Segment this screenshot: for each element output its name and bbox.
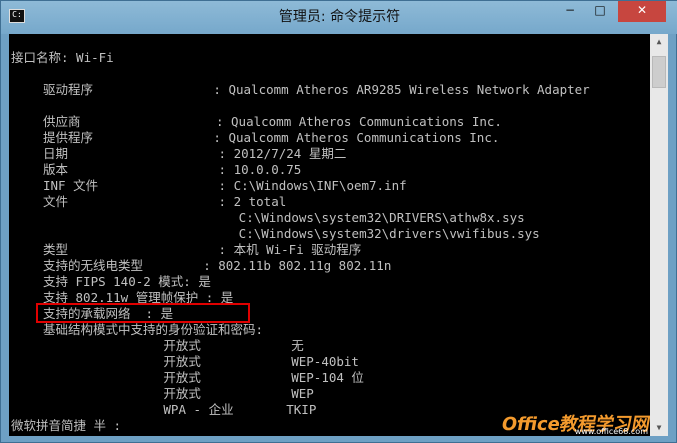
maximize-button[interactable]: □ — [586, 1, 614, 22]
console-line: 提供程序 : Qualcomm Atheros Communications I… — [43, 130, 500, 145]
close-button[interactable]: ✕ — [618, 1, 666, 22]
console-line: 支持 FIPS 140-2 模式: 是 — [43, 274, 211, 289]
watermark-url: www.office68.com — [574, 427, 648, 436]
console-line: 版本 : 10.0.0.75 — [43, 162, 302, 177]
scroll-up-arrow-icon[interactable]: ▲ — [650, 34, 668, 50]
console-line: 接口名称: Wi-Fi — [11, 50, 114, 65]
console-line: INF 文件 : C:\Windows\INF\oem7.inf — [43, 178, 407, 193]
console-line: 开放式 无 — [43, 338, 304, 353]
console-line: 类型 : 本机 Wi-Fi 驱动程序 — [43, 242, 362, 257]
minimize-button[interactable]: − — [556, 1, 584, 22]
console-line: 日期 : 2012/7/24 星期二 — [43, 146, 347, 161]
console-line: 开放式 WEP-104 位 — [43, 370, 364, 385]
console-line: 文件 : 2 total — [43, 194, 287, 209]
console-line: WPA - 企业 TKIP — [43, 402, 317, 417]
scroll-down-arrow-icon[interactable]: ▼ — [650, 420, 668, 436]
console-line: 供应商 : Qualcomm Atheros Communications In… — [43, 114, 502, 129]
vertical-scrollbar[interactable]: ▲ ▼ — [650, 34, 668, 436]
scroll-thumb[interactable] — [652, 56, 666, 88]
console-line: C:\Windows\system32\DRIVERS\athw8x.sys — [43, 210, 525, 225]
console-line: 开放式 WEP — [43, 386, 314, 401]
console-output[interactable]: 接口名称: Wi-Fi 驱动程序 : Qualcomm Atheros AR928… — [9, 34, 650, 436]
console-line: 基础结构模式中支持的身份验证和密码: — [43, 322, 264, 337]
console-line: 微软拼音简捷 半 : — [11, 418, 122, 433]
command-prompt-window: C: 管理员: 命令提示符 − □ ✕ 接口名称: Wi-Fi 驱动程序 : Qu… — [0, 0, 677, 443]
console-line: 驱动程序 : Qualcomm Atheros AR9285 Wireless … — [43, 82, 590, 97]
console-line: 支持的无线电类型 : 802.11b 802.11g 802.11n — [43, 258, 392, 273]
title-bar[interactable]: C: 管理员: 命令提示符 − □ ✕ — [1, 1, 677, 34]
hosted-network-highlight — [36, 303, 250, 323]
console-line: C:\Windows\system32\drivers\vwifibus.sys — [43, 226, 540, 241]
console-line: 开放式 WEP-40bit — [43, 354, 359, 369]
